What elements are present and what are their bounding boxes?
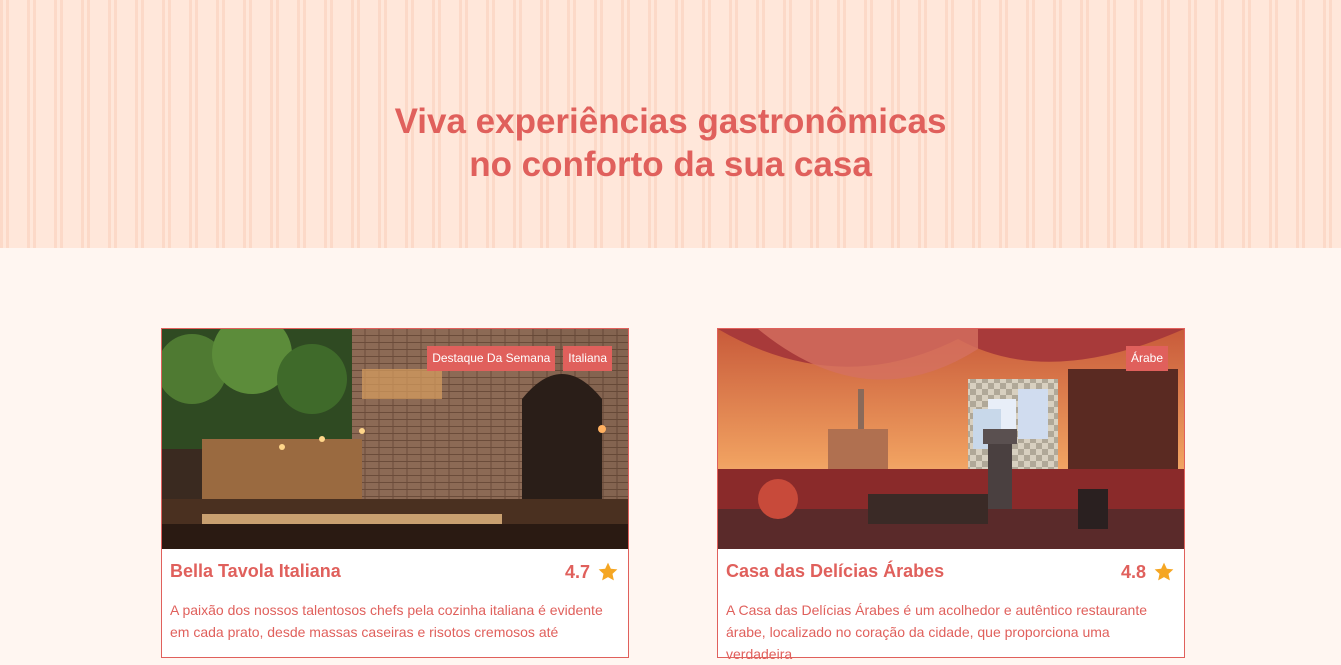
badge-cuisine: Árabe — [1125, 346, 1168, 371]
card-badges: Árabe — [1125, 346, 1168, 371]
star-icon — [1154, 562, 1174, 581]
restaurant-name[interactable]: Casa das Delícias Árabes — [726, 561, 944, 582]
badge-featured: Destaque Da Semana — [427, 346, 556, 371]
restaurant-rating: 4.7 — [565, 561, 620, 583]
hero-title: Viva experiências gastronômicas no confo… — [394, 102, 947, 184]
hero-banner: Viva experiências gastronômicas no confo… — [0, 0, 1341, 248]
rating-value: 4.8 — [1120, 561, 1146, 582]
star-icon — [598, 562, 618, 581]
restaurant-description: A paixão dos nossos talentosos chefs pel… — [170, 602, 603, 640]
badge-cuisine: Italiana — [563, 346, 612, 371]
restaurant-description: A Casa das Delícias Árabes é um acolhedo… — [726, 602, 1148, 662]
restaurant-photo — [718, 329, 1184, 549]
restaurant-card[interactable]: Destaque Da Semana Italiana Bella Tavola… — [161, 328, 629, 658]
restaurant-card[interactable]: Árabe Casa das Delícias Árabes 4.8 A Cas… — [717, 328, 1185, 662]
rating-value: 4.7 — [564, 561, 590, 582]
card-badges: Destaque Da Semana Italiana — [427, 346, 612, 371]
restaurant-rating: 4.8 — [1121, 561, 1176, 583]
restaurant-name[interactable]: Bella Tavola Italiana — [170, 561, 341, 582]
